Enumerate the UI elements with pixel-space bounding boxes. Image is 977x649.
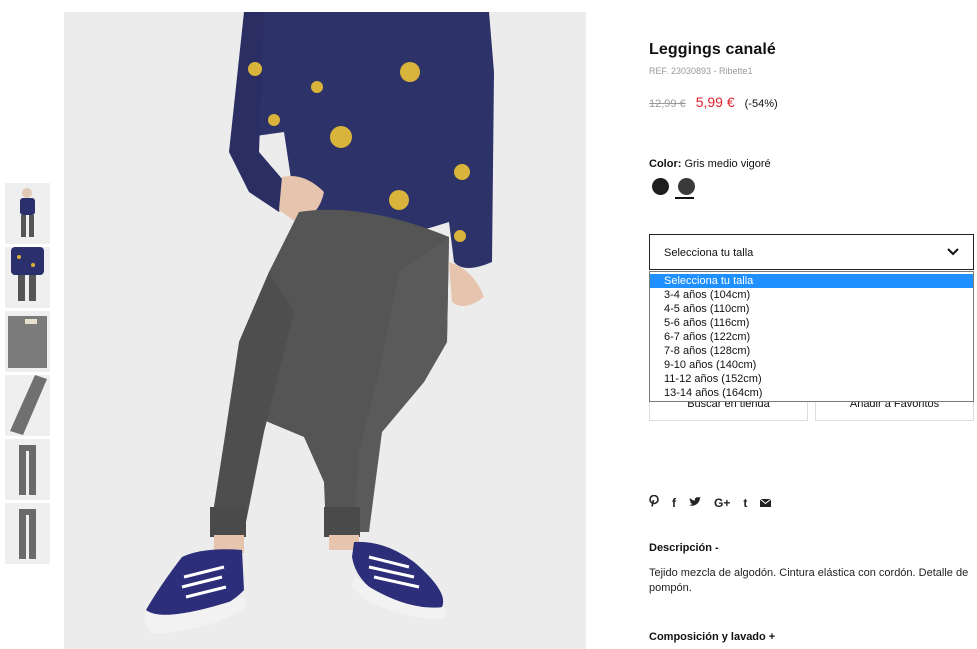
googleplus-icon[interactable]: G+: [714, 496, 730, 510]
price-row: 12,99 € 5,99 € (-54%): [649, 94, 778, 110]
color-label-title: Color:: [649, 158, 682, 170]
selected-swatch-indicator: [675, 197, 694, 199]
social-share-bar: f G+ t: [649, 494, 772, 510]
size-option[interactable]: 7-8 años (128cm): [650, 344, 973, 358]
email-icon[interactable]: [760, 496, 772, 510]
tumblr-icon[interactable]: t: [743, 496, 747, 510]
thumbnail-6[interactable]: [5, 503, 50, 564]
facebook-icon[interactable]: f: [672, 496, 676, 510]
color-swatch-grey[interactable]: [678, 178, 695, 195]
size-option[interactable]: Selecciona tu talla: [650, 274, 973, 288]
description-toggle[interactable]: Descripción -: [649, 542, 719, 554]
thumbnail-4[interactable]: [5, 375, 50, 436]
thumbnail-gallery: [5, 183, 50, 567]
product-info-panel: Leggings canalé REF. 23030893 - Ribette1…: [649, 0, 974, 649]
product-reference: REF. 23030893 - Ribette1: [649, 66, 753, 76]
size-option[interactable]: 5-6 años (116cm): [650, 316, 973, 330]
thumbnail-3[interactable]: [5, 311, 50, 372]
size-option[interactable]: 11-12 años (152cm): [650, 372, 973, 386]
product-photo: [64, 12, 586, 649]
thumbnail-1[interactable]: [5, 183, 50, 244]
size-option[interactable]: 9-10 años (140cm): [650, 358, 973, 372]
size-option[interactable]: 3-4 años (104cm): [650, 288, 973, 302]
sale-price: 5,99 €: [695, 94, 735, 110]
composition-toggle[interactable]: Composición y lavado +: [649, 631, 775, 643]
thumbnail-5[interactable]: [5, 439, 50, 500]
discount-badge: (-54%): [744, 98, 778, 110]
thumbnail-2[interactable]: [5, 247, 50, 308]
description-text: Tejido mezcla de algodón. Cintura elásti…: [649, 567, 969, 594]
chevron-down-icon: [947, 248, 959, 256]
pinterest-icon[interactable]: [649, 494, 659, 510]
size-option[interactable]: 6-7 años (122cm): [650, 330, 973, 344]
color-swatches: [652, 178, 695, 195]
product-title: Leggings canalé: [649, 41, 776, 58]
original-price: 12,99 €: [649, 98, 686, 110]
size-select[interactable]: Selecciona tu talla: [649, 234, 974, 270]
size-option[interactable]: 13-14 años (164cm): [650, 386, 973, 400]
color-label: Color: Gris medio vigoré: [649, 158, 771, 170]
product-main-image[interactable]: [64, 12, 586, 649]
size-select-value: Selecciona tu talla: [664, 247, 754, 259]
size-option[interactable]: 4-5 años (110cm): [650, 302, 973, 316]
color-swatch-black[interactable]: [652, 178, 669, 195]
color-value: Gris medio vigoré: [684, 158, 771, 170]
size-dropdown-list: Selecciona tu talla 3-4 años (104cm) 4-5…: [649, 271, 974, 402]
twitter-icon[interactable]: [689, 496, 701, 510]
